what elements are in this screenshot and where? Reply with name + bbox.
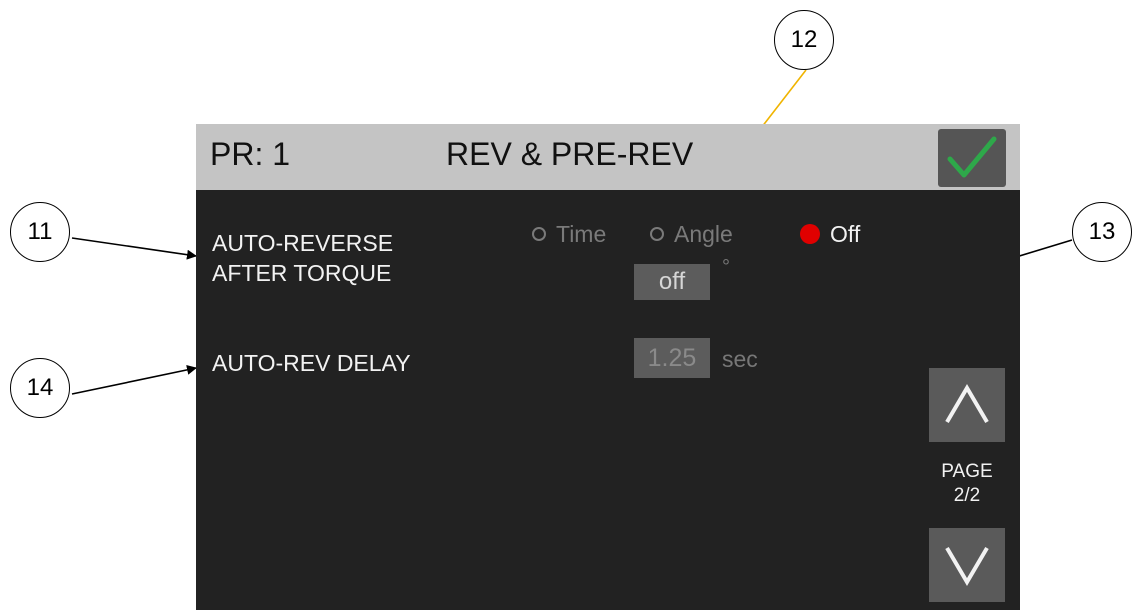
chevron-up-icon xyxy=(945,384,989,424)
page-title: REV & PRE-REV xyxy=(446,136,694,172)
radio-angle[interactable]: Angle xyxy=(650,219,733,249)
screen-header: PR: 1 REV & PRE-REV xyxy=(196,124,1020,190)
auto-reverse-value-field[interactable]: off xyxy=(634,264,710,300)
auto-reverse-label: AUTO-REVERSE AFTER TORQUE xyxy=(212,228,393,288)
arrow-14 xyxy=(71,364,197,395)
page-indicator: PAGE 2/2 xyxy=(924,460,1010,508)
degree-unit: ° xyxy=(722,256,730,278)
auto-rev-delay-label: AUTO-REV DELAY xyxy=(212,350,411,376)
radio-unselected-icon xyxy=(532,227,546,241)
program-label: PR: 1 xyxy=(210,136,291,172)
page-up-button[interactable] xyxy=(929,368,1005,442)
callout-12: 12 xyxy=(774,10,834,70)
callout-14: 14 xyxy=(10,358,70,418)
radio-off[interactable]: Off xyxy=(800,219,860,249)
radio-time-label: Time xyxy=(556,220,607,247)
radio-unselected-icon xyxy=(650,227,664,241)
page-down-button[interactable] xyxy=(929,528,1005,602)
callout-11: 11 xyxy=(10,202,70,262)
auto-reverse-label-line2: AFTER TORQUE xyxy=(212,260,392,286)
radio-angle-label: Angle xyxy=(674,220,733,247)
auto-reverse-label-line1: AUTO-REVERSE xyxy=(212,230,394,256)
chevron-down-icon xyxy=(945,546,989,586)
seconds-unit: sec xyxy=(722,346,758,372)
page-indicator-label: PAGE xyxy=(941,461,993,482)
confirm-button[interactable] xyxy=(938,129,1006,187)
checkmark-icon xyxy=(947,136,997,178)
arrow-11 xyxy=(71,237,197,260)
auto-reverse-value: off xyxy=(658,268,686,295)
radio-time[interactable]: Time xyxy=(532,219,606,249)
radio-off-label: Off xyxy=(830,220,861,247)
radio-selected-icon xyxy=(800,224,820,244)
callout-13: 13 xyxy=(1072,202,1132,262)
auto-rev-delay-value: 1.25 xyxy=(647,343,697,372)
auto-rev-delay-field[interactable]: 1.25 xyxy=(634,338,710,378)
page-indicator-count: 2/2 xyxy=(953,485,981,506)
device-screen: PR: 1 REV & PRE-REV AUTO-REVERSE AFTER T… xyxy=(196,124,1020,610)
